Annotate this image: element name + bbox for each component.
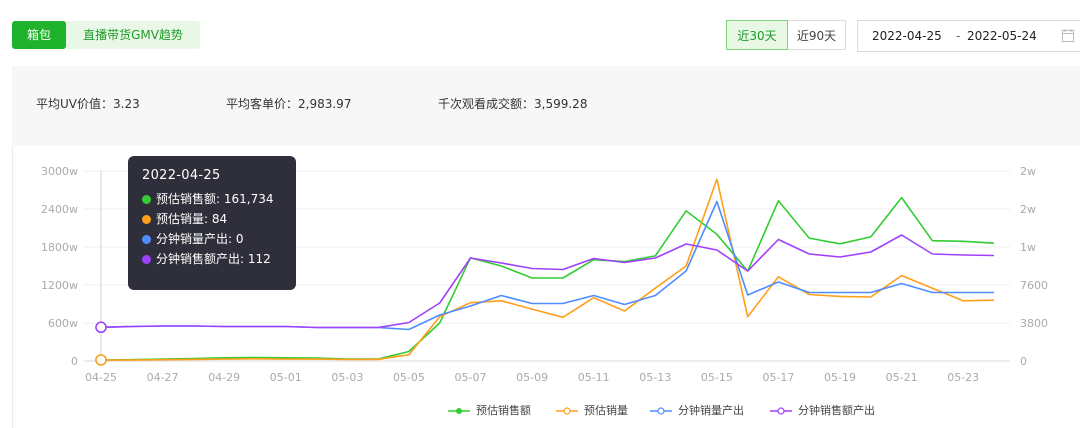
legend-item-volume-per-minute[interactable]: 分钟销量产出 xyxy=(650,402,744,418)
tooltip-dot xyxy=(142,195,151,204)
y-right-tick-label: 2w xyxy=(1020,165,1036,178)
legend-item-sales[interactable]: 预估销售额 xyxy=(448,402,531,418)
y-right-tick-label: 2w xyxy=(1020,203,1036,216)
chart-tooltip: 2022-04-25 预估销售额: 161,734 预估销量: 84 分钟销量产… xyxy=(128,156,296,290)
tooltip-row-sales-per-minute: 分钟销售额产出: 112 xyxy=(142,249,282,269)
x-tick-label: 05-11 xyxy=(578,371,610,384)
tooltip-row-volume-per-minute: 分钟销量产出: 0 xyxy=(142,229,282,249)
x-tick-label: 05-17 xyxy=(762,371,794,384)
x-tick-label: 04-25 xyxy=(85,371,117,384)
tooltip-dot xyxy=(142,255,151,264)
tooltip-date: 2022-04-25 xyxy=(142,168,221,183)
y-right-tick-label: 0 xyxy=(1020,355,1027,368)
y-left-tick-label: 2400w xyxy=(41,203,78,216)
x-tick-label: 04-29 xyxy=(208,371,240,384)
y-right-tick-label: 3800 xyxy=(1020,317,1048,330)
tooltip-row-sales: 预估销售额: 161,734 xyxy=(142,189,282,209)
x-tick-label: 04-27 xyxy=(147,371,179,384)
y-left-tick-label: 600w xyxy=(48,317,78,330)
y-right-tick-label: 1w xyxy=(1020,241,1036,254)
y-left-tick-label: 3000w xyxy=(41,165,78,178)
data-point-marker-3 xyxy=(95,321,107,334)
tooltip-row-volume: 预估销量: 84 xyxy=(142,209,282,229)
x-tick-label: 05-03 xyxy=(331,371,363,384)
legend-line-icon xyxy=(556,407,578,415)
x-tick-label: 05-15 xyxy=(701,371,733,384)
x-tick-label: 05-21 xyxy=(886,371,918,384)
x-tick-label: 05-01 xyxy=(270,371,302,384)
y-left-tick-label: 1200w xyxy=(41,279,78,292)
x-tick-label: 05-23 xyxy=(947,371,979,384)
y-right-tick-label: 7600 xyxy=(1020,279,1048,292)
tooltip-dot xyxy=(142,215,151,224)
x-tick-label: 05-13 xyxy=(639,371,671,384)
y-left-tick-label: 0 xyxy=(71,355,78,368)
tooltip-dot xyxy=(142,235,151,244)
x-tick-label: 05-09 xyxy=(516,371,548,384)
x-tick-label: 05-19 xyxy=(824,371,856,384)
y-left-tick-label: 1800w xyxy=(41,241,78,254)
legend-line-icon xyxy=(448,408,470,414)
legend-line-icon xyxy=(650,407,672,415)
x-tick-label: 05-05 xyxy=(393,371,425,384)
data-point-marker-1 xyxy=(95,354,107,366)
legend-item-volume[interactable]: 预估销量 xyxy=(556,402,628,418)
legend-item-sales-per-minute[interactable]: 分钟销售额产出 xyxy=(770,402,875,418)
legend-line-icon xyxy=(770,407,792,415)
x-tick-label: 05-07 xyxy=(455,371,487,384)
